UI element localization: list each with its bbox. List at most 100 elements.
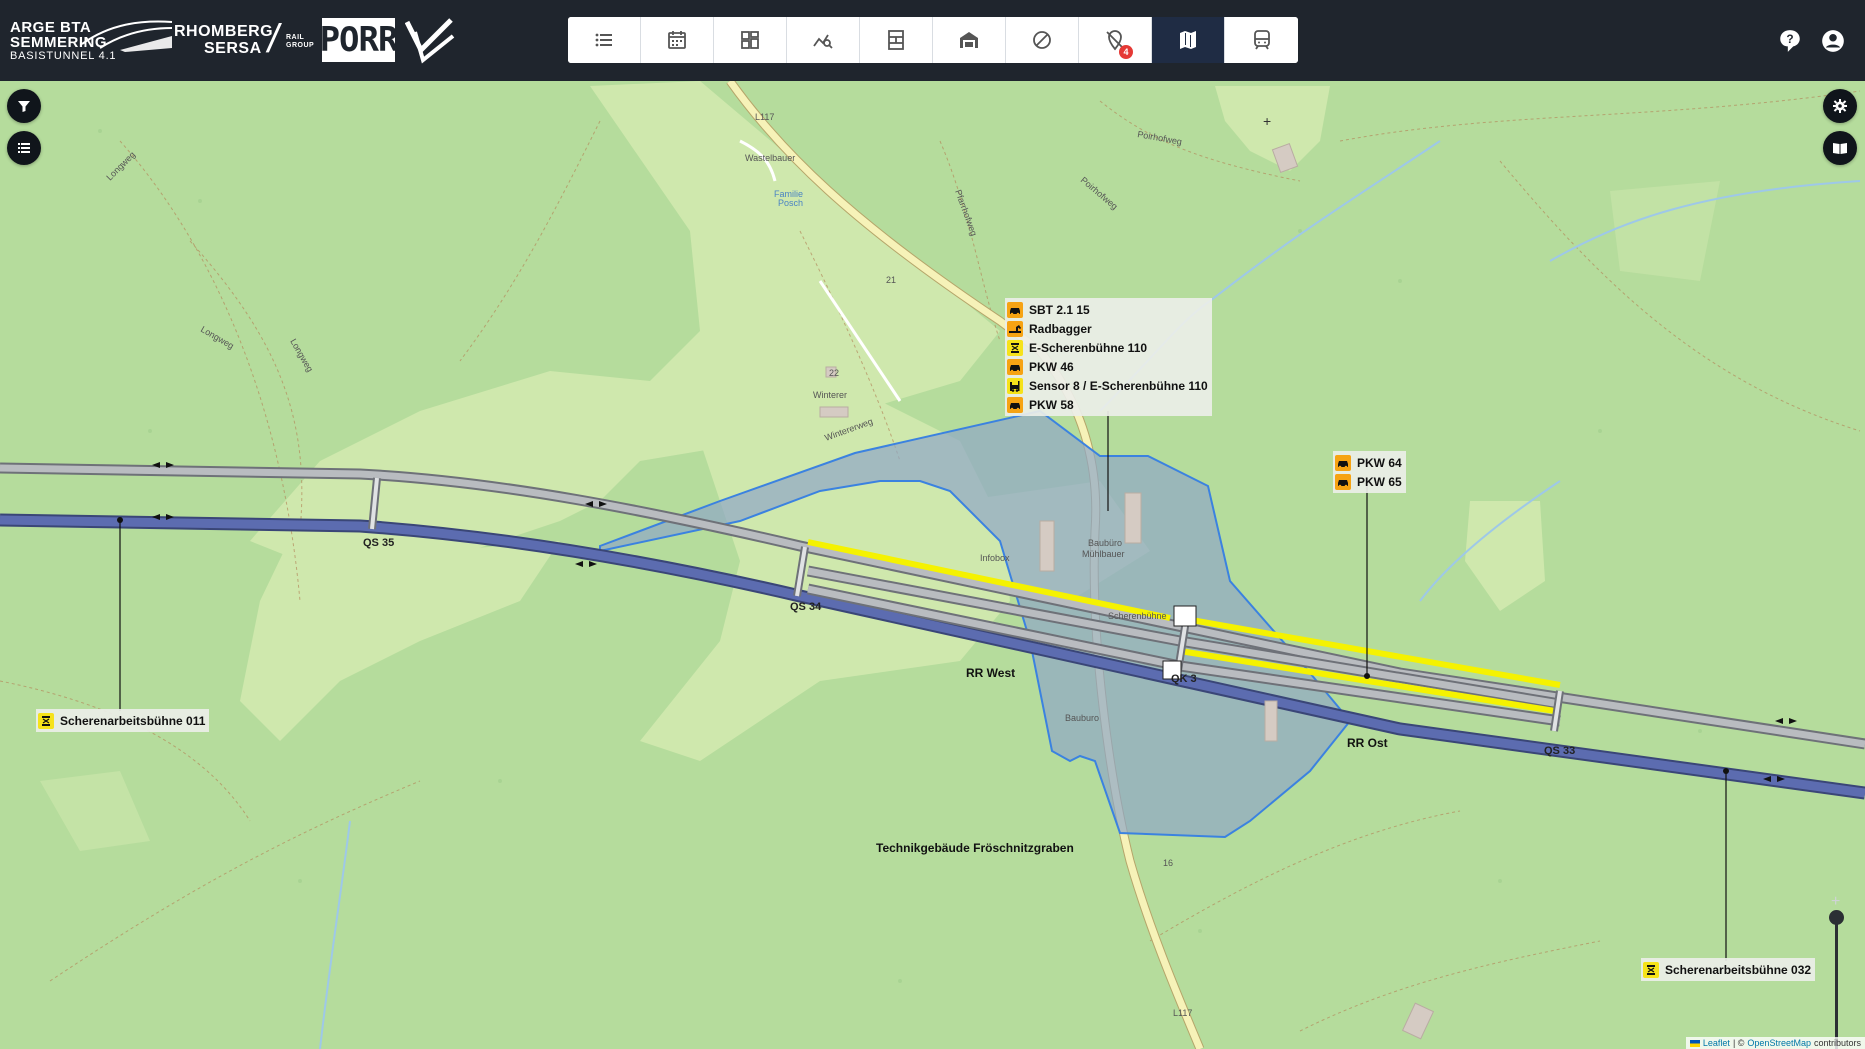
popup-item[interactable]: PKW 65 — [1335, 472, 1402, 491]
popup-item[interactable]: PKW 46 — [1007, 357, 1208, 376]
label-qk3: QK 3 — [1171, 673, 1197, 685]
toolbar-blocked-button[interactable] — [1006, 17, 1079, 63]
rhomberg-sersa-logo: RHOMBERG SERSA / RAIL GROUP — [174, 0, 314, 81]
osm-label-infobox: Infobox — [980, 553, 1010, 563]
settings-icon — [1833, 99, 1847, 113]
filter-button[interactable] — [7, 89, 41, 123]
blocked-icon — [1033, 31, 1051, 49]
toolbar-train-button[interactable] — [1225, 17, 1298, 63]
schedule-board-icon — [888, 30, 904, 50]
popup-item-label: PKW 58 — [1029, 397, 1074, 412]
account-icon[interactable] — [1820, 28, 1846, 54]
popup-item[interactable]: Scherenarbeitsbühne 032 — [1643, 960, 1811, 979]
popup-item[interactable]: E-Scherenbühne 110 — [1007, 338, 1208, 357]
leaflet-link[interactable]: Leaflet — [1703, 1038, 1730, 1048]
osm-label-posch: Posch — [778, 198, 803, 208]
popup-item-label: Sensor 8 / E-Scherenbühne 110 — [1029, 378, 1208, 393]
zoom-in-button[interactable]: + — [1831, 893, 1840, 911]
list-icon — [595, 33, 612, 47]
popup-item-label: E-Scherenbühne 110 — [1029, 340, 1148, 355]
popup-item[interactable]: Sensor 8 / E-Scherenbühne 110 — [1007, 376, 1208, 395]
toolbar-list-button[interactable] — [568, 17, 641, 63]
qk3-portal-north[interactable] — [1173, 605, 1197, 627]
calendar-icon — [668, 31, 686, 49]
rail-group-text: RAIL GROUP — [286, 34, 314, 49]
dashboard-icon — [741, 31, 759, 49]
book-icon — [1833, 143, 1847, 154]
rhomberg-line2: SERSA — [204, 39, 262, 57]
popup-item[interactable]: SBT 2.1 15 — [1007, 300, 1208, 319]
pkw-cluster-popup[interactable]: PKW 64 PKW 65 — [1333, 451, 1406, 493]
label-qs35: QS 35 — [363, 537, 395, 549]
popup-item[interactable]: Radbagger — [1007, 319, 1208, 338]
porr-logo: PORR — [319, 18, 398, 62]
rail-group-line1: RAIL — [286, 34, 305, 41]
zoom-slider-handle[interactable] — [1829, 910, 1844, 925]
osm-label-num21: 21 — [886, 275, 896, 285]
toolbar-garage-button[interactable] — [933, 17, 1006, 63]
popup-item[interactable]: PKW 58 — [1007, 395, 1208, 414]
train-icon — [1253, 30, 1270, 50]
osm-label-baubuero: Baubüro — [1088, 538, 1122, 548]
garage-icon — [960, 32, 978, 48]
car-icon — [1007, 301, 1023, 318]
osm-label-bauburo: Bauburo — [1065, 713, 1099, 723]
osm-label-wastelbauer: Wastelbauer — [745, 153, 795, 163]
attribution-sep: | © — [1732, 1038, 1745, 1048]
map-icon — [1180, 31, 1196, 49]
toolbar-location-off-button[interactable]: 4 — [1079, 17, 1152, 63]
train-logo-graphic — [81, 20, 173, 52]
marker-scherenarbeitsbuehne-032[interactable]: Scherenarbeitsbühne 032 — [1641, 958, 1816, 981]
car-icon — [1335, 473, 1351, 490]
toolbar-analytics-button[interactable] — [787, 17, 860, 63]
lift-icon — [1643, 961, 1659, 978]
popup-item-label: Radbagger — [1029, 321, 1092, 336]
zoom-slider-track[interactable] — [1835, 917, 1838, 1049]
layer-list-button[interactable] — [7, 131, 41, 165]
car-icon — [1335, 454, 1351, 471]
analytics-search-icon — [813, 34, 833, 49]
legend-book-button[interactable] — [1823, 131, 1857, 165]
label-qs34: QS 34 — [790, 601, 822, 613]
osm-link[interactable]: OpenStreetMap — [1747, 1038, 1811, 1048]
toolbar-dashboard-button[interactable] — [714, 17, 787, 63]
map-view[interactable]: L117 L117 Wastelbauer Familie Posch Wint… — [0, 81, 1865, 1049]
map-attribution: Leaflet | © OpenStreetMap contributors — [1685, 1037, 1865, 1049]
leaflet-flag-icon — [1689, 1039, 1700, 1047]
popup-item-label: PKW 46 — [1029, 359, 1074, 374]
toolbar-map-button[interactable] — [1152, 17, 1225, 63]
osm-label-l117-bottom: L117 — [1173, 1008, 1192, 1018]
toolbar-schedule-button[interactable] — [860, 17, 933, 63]
check-logo-icon — [405, 18, 455, 64]
vehicle-cluster-popup[interactable]: SBT 2.1 15 Radbagger E-Scherenbühne 110 … — [1005, 298, 1212, 416]
osm-label-muehlbauer: Mühlbauer — [1082, 549, 1125, 559]
label-technikgebaeude: Technikgebäude Fröschnitzgraben — [876, 841, 1074, 855]
forklift-icon — [1007, 377, 1023, 394]
main-toolbar: 4 — [568, 17, 1298, 63]
popup-item-label: SBT 2.1 15 — [1029, 302, 1090, 317]
osm-label-num22: 22 — [829, 368, 839, 378]
excavator-icon — [1007, 320, 1023, 337]
filter-icon — [18, 101, 30, 112]
notification-badge: 4 — [1119, 45, 1133, 59]
attribution-contributors: contributors — [1813, 1038, 1861, 1048]
marker-label: Scherenarbeitsbühne 032 — [1665, 962, 1812, 977]
car-icon — [1007, 396, 1023, 413]
popup-item[interactable]: Scherenarbeitsbühne 011 — [38, 711, 205, 730]
popup-item[interactable]: PKW 64 — [1335, 453, 1402, 472]
car-icon — [1007, 358, 1023, 375]
map-canvas[interactable]: L117 L117 Wastelbauer Familie Posch Wint… — [0, 81, 1865, 1049]
cross-symbol: + — [1263, 113, 1271, 129]
marker-scherenarbeitsbuehne-011[interactable]: Scherenarbeitsbühne 011 — [36, 709, 210, 732]
lift-icon — [1007, 339, 1023, 356]
label-qs33: QS 33 — [1544, 745, 1576, 757]
osm-label-scherenbuehne: Scherenbühne — [1108, 611, 1167, 621]
popup-item-label: PKW 64 — [1357, 455, 1402, 470]
rhomberg-line1: RHOMBERG — [174, 22, 274, 40]
toolbar-calendar-button[interactable] — [641, 17, 714, 63]
marker-label: Scherenarbeitsbühne 011 — [60, 713, 206, 728]
map-settings-button[interactable] — [1823, 89, 1857, 123]
help-icon[interactable]: ? — [1777, 28, 1803, 54]
osm-label-winterer: Winterer — [813, 390, 847, 400]
svg-text:?: ? — [1786, 32, 1793, 46]
